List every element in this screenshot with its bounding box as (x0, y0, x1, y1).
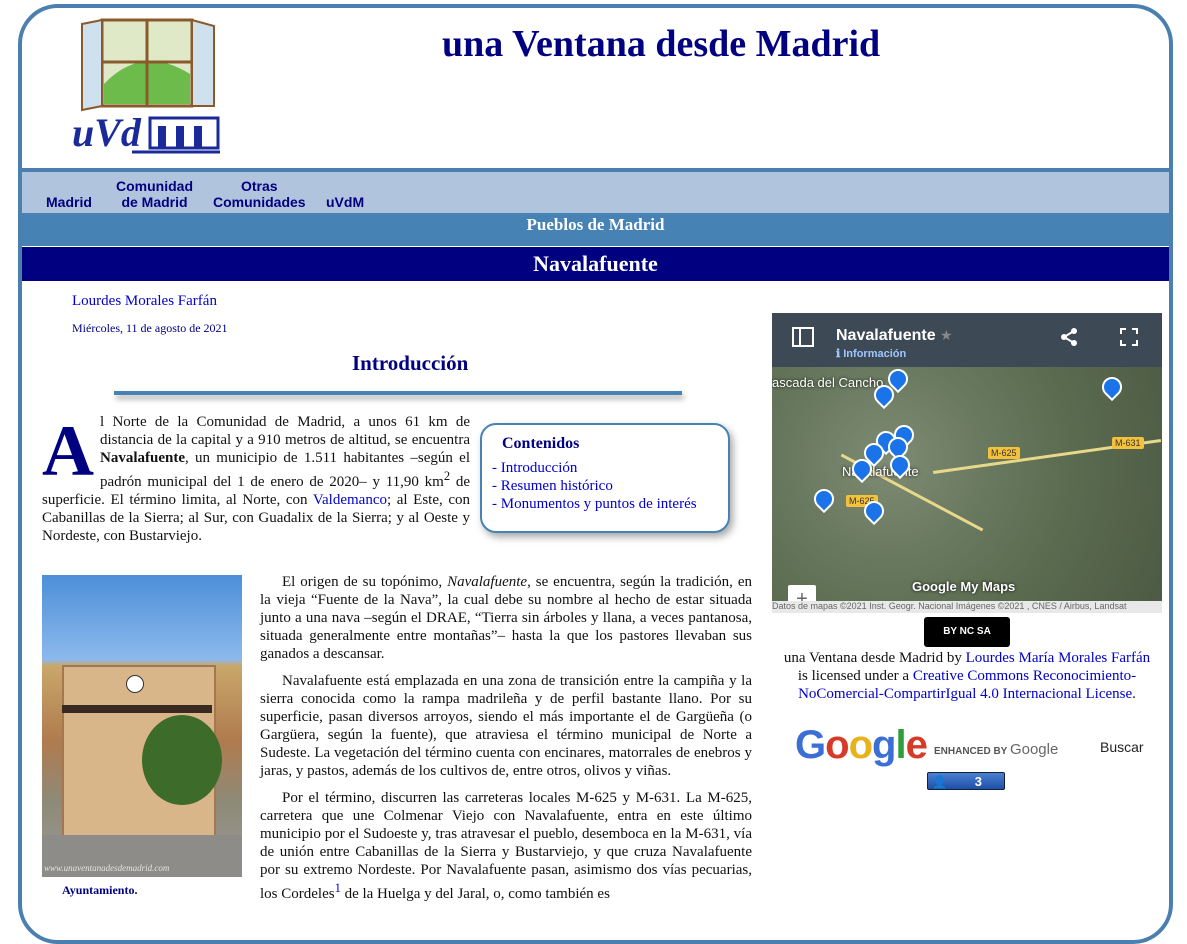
main-nav: Madrid Comunidad de Madrid Otras Comunid… (22, 172, 1169, 213)
author-link[interactable]: Lourdes Morales Farfán (72, 293, 217, 310)
google-letter: o (825, 723, 849, 767)
road-sign: M-625 (988, 447, 1020, 459)
svg-text:uVd: uVd (72, 110, 142, 155)
paragraph: Por el término, discurren las carreteras… (260, 789, 752, 903)
map-attribution: Datos de mapas ©2021 Inst. Geogr. Nacion… (772, 601, 1162, 613)
nav-item-line: Comunidades (213, 194, 306, 210)
contents-box: Contenidos - Introducción - Resumen hist… (480, 423, 730, 533)
cc-badge-label: BY NC SA (943, 626, 991, 637)
share-icon[interactable] (1060, 327, 1078, 347)
user-icon: 👤 (932, 775, 947, 789)
intro-heading: Introducción (352, 351, 469, 375)
visitor-counter: 👤 3 (927, 772, 1005, 790)
google-my-maps-logo: Google My Maps (912, 579, 1016, 594)
google-letter: e (905, 723, 928, 767)
star-icon[interactable]: ★ (940, 327, 953, 344)
license-author-link[interactable]: Lourdes María Morales Farfán (966, 650, 1151, 666)
section-bar: Pueblos de Madrid (22, 213, 1169, 246)
counter-value: 3 (974, 774, 982, 789)
enhanced-label: ENHANCED BY (934, 746, 1008, 757)
embedded-map[interactable]: Navalafuente ★ ℹ Información ascada del … (772, 313, 1162, 613)
nav-item-line: Otras (241, 178, 278, 194)
license-text: una Ventana desde Madrid by Lourdes Marí… (782, 649, 1152, 703)
map-header: Navalafuente ★ ℹ Información (772, 313, 1162, 367)
text-span: by (943, 650, 966, 666)
nav-item-madrid[interactable]: Madrid (46, 194, 92, 210)
map-info-label: Información (843, 348, 907, 360)
nav-item-uvdm[interactable]: uVdM (326, 194, 364, 210)
nav-item-otras-comunidades[interactable]: Otras Comunidades (213, 178, 306, 210)
nav-item-comunidad-de-madrid[interactable]: Comunidad de Madrid (116, 178, 193, 210)
site-logo[interactable]: uVd (72, 14, 222, 156)
enhanced-by-google: ENHANCED BY Google (934, 741, 1058, 758)
toc-link-resumen-historico[interactable]: - Resumen histórico (492, 477, 718, 495)
photo-watermark: www.unaventanadesdemadrid.com (44, 863, 170, 873)
map-place-label: ascada del Cancho (772, 375, 884, 390)
text-span: una Ventana desde Madrid (783, 650, 944, 666)
toc-link-monumentos[interactable]: - Monumentos y puntos de interés (492, 495, 718, 513)
intro-paragraph: Al Norte de la Comunidad de Madrid, a un… (42, 413, 470, 545)
search-button[interactable]: Buscar (1094, 737, 1150, 757)
site-header: uVd una Ventana desde Madrid (22, 8, 1169, 172)
italic-text: Navalafuente (447, 574, 528, 590)
map-marker[interactable] (809, 484, 839, 514)
text-span: El origen de su topónimo, (282, 574, 448, 590)
town-name: Navalafuente (100, 450, 185, 466)
heading-rule (114, 391, 682, 395)
text-span: l Norte de la Comunidad de Madrid, a uno… (100, 414, 470, 448)
nav-item-line: de Madrid (121, 194, 188, 210)
drop-cap: A (42, 411, 94, 491)
text-span: . (1132, 686, 1136, 702)
page-frame: uVd una Ventana desde Madrid Madrid Comu… (18, 4, 1173, 944)
text-span: de la Huelga y del Jaral, o, como tambié… (340, 886, 610, 902)
google-letter: G (795, 723, 826, 767)
map-marker[interactable] (1097, 372, 1127, 402)
site-title: una Ventana desde Madrid (442, 23, 881, 65)
town-hall-photo[interactable]: www.unaventanadesdemadrid.com (42, 575, 242, 877)
google-letter: l (895, 723, 906, 767)
photo-balcony (62, 705, 212, 713)
article-body: El origen de su topónimo, Navalafuente, … (260, 573, 752, 912)
nav-item-line: Comunidad (116, 178, 193, 194)
map-title: Navalafuente (836, 327, 936, 344)
google-letter: o (848, 723, 873, 767)
paragraph: El origen de su topónimo, Navalafuente, … (260, 573, 752, 663)
text-span: is licensed under a (797, 668, 913, 684)
photo-caption: Ayuntamiento. (62, 883, 138, 897)
publish-date: Miércoles, 11 de agosto de 2021 (72, 321, 228, 335)
main-content: Lourdes Morales Farfán Miércoles, 11 de … (22, 283, 1169, 940)
road-sign: M-631 (1112, 437, 1144, 449)
valdemanco-link[interactable]: Valdemanco (313, 492, 387, 508)
enhanced-brand: Google (1009, 741, 1059, 758)
photo-tree (142, 715, 222, 805)
page-title: Navalafuente (22, 246, 1169, 281)
fullscreen-icon[interactable] (1120, 328, 1138, 346)
map-info-link[interactable]: ℹ Información (836, 347, 906, 360)
photo-clock (126, 675, 144, 693)
contents-title: Contenidos (502, 435, 580, 452)
sidebar-toggle-icon[interactable] (792, 327, 814, 347)
toc-link-introduccion[interactable]: - Introducción (492, 459, 718, 477)
paragraph: Navalafuente está emplazada en una zona … (260, 673, 752, 779)
map-satellite[interactable]: ascada del Cancho Navalafuente M-625 M-6… (772, 364, 1162, 613)
google-letter: g (872, 723, 896, 767)
cc-license-badge[interactable]: BY NC SA (924, 617, 1010, 647)
google-logo: Google (795, 723, 928, 768)
